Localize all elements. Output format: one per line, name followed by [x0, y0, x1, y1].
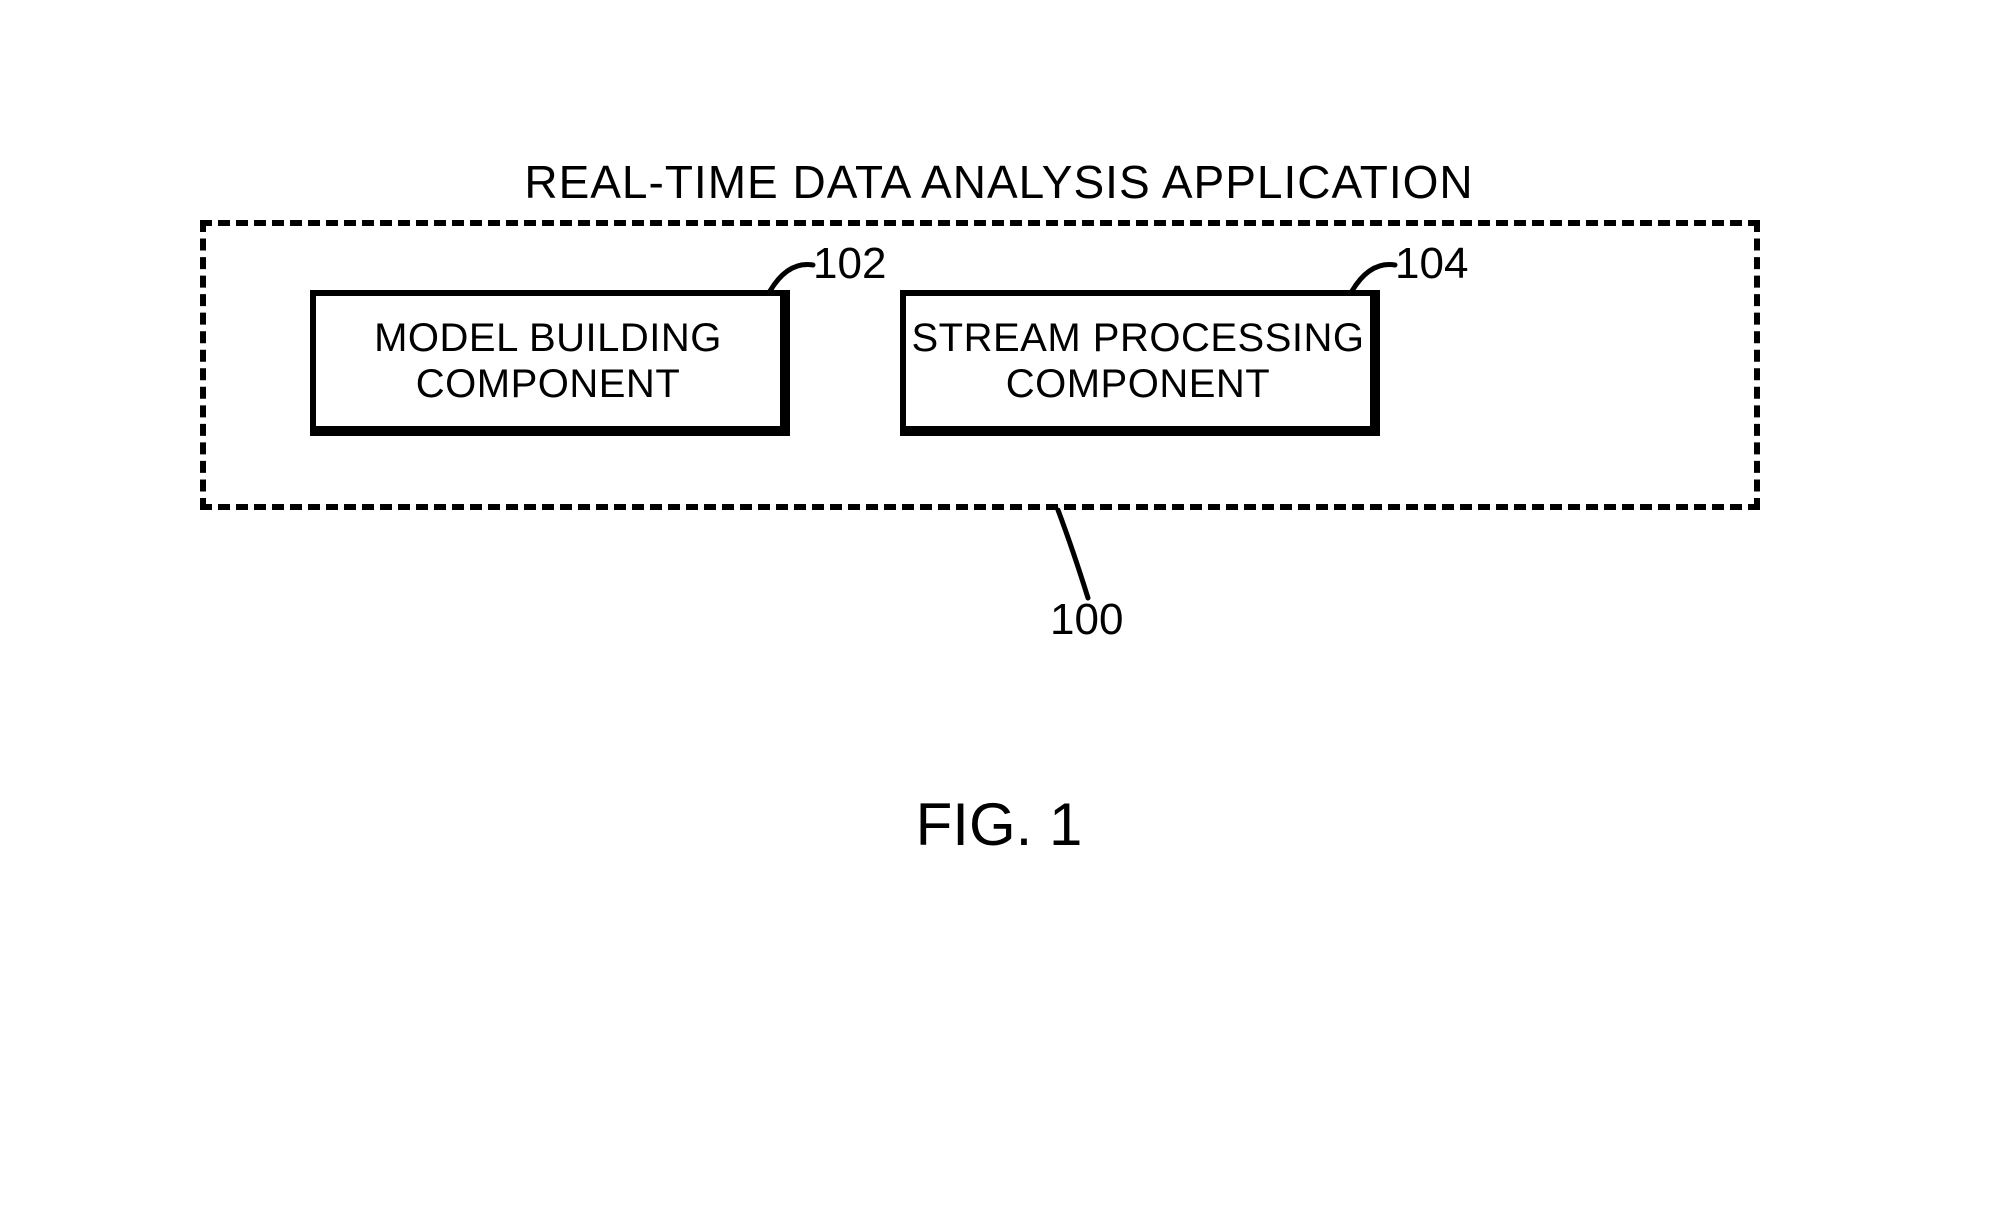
model-building-block: MODEL BUILDING COMPONENT — [310, 290, 790, 436]
stream-processing-label: STREAM PROCESSING COMPONENT — [906, 296, 1370, 426]
ref-number-102: 102 — [813, 239, 886, 289]
model-building-label: MODEL BUILDING COMPONENT — [316, 296, 780, 426]
leader-line-102 — [758, 253, 818, 293]
ref-number-104: 104 — [1395, 239, 1468, 289]
leader-line-100 — [1058, 510, 1118, 600]
ref-number-100: 100 — [1050, 595, 1123, 645]
diagram-title: REAL-TIME DATA ANALYSIS APPLICATION — [0, 155, 1998, 209]
leader-line-104 — [1340, 253, 1400, 293]
figure-caption: FIG. 1 — [0, 790, 1998, 859]
stream-processing-block: STREAM PROCESSING COMPONENT — [900, 290, 1380, 436]
figure-canvas: REAL-TIME DATA ANALYSIS APPLICATION MODE… — [0, 0, 1998, 1224]
